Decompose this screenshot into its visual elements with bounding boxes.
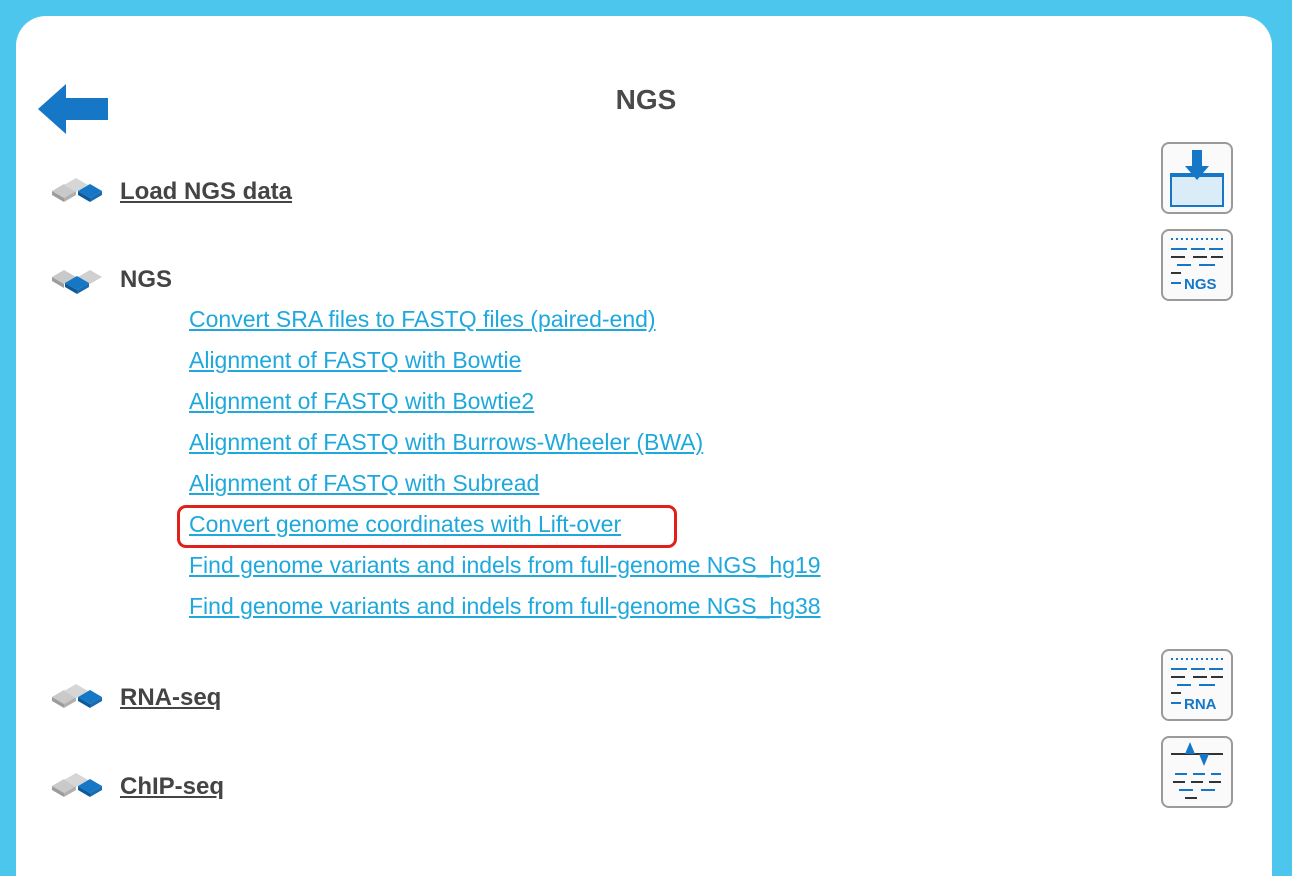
ngs-link-list: Convert SRA files to FASTQ files (paired… bbox=[189, 300, 821, 628]
link-convert-sra-fastq[interactable]: Convert SRA files to FASTQ files (paired… bbox=[189, 300, 821, 341]
cube-stack-icon bbox=[52, 684, 102, 708]
section-load-ngs-data[interactable]: Load NGS data bbox=[48, 172, 292, 212]
page-title: NGS bbox=[615, 84, 677, 115]
chip-peaks-button[interactable] bbox=[1161, 736, 1233, 808]
cube-stack-icon bbox=[52, 773, 102, 797]
load-ngs-data-link[interactable]: Load NGS data bbox=[120, 178, 292, 206]
link-variants-hg38[interactable]: Find genome variants and indels from ful… bbox=[189, 587, 821, 628]
link-align-bowtie2[interactable]: Alignment of FASTQ with Bowtie2 bbox=[189, 382, 821, 423]
ngs-icon-text: NGS bbox=[1184, 276, 1217, 293]
ngs-workflow-icon: NGS bbox=[1171, 238, 1223, 293]
import-data-icon bbox=[1170, 150, 1224, 207]
ngs-section-label: NGS bbox=[120, 266, 173, 293]
link-align-subread[interactable]: Alignment of FASTQ with Subread bbox=[189, 464, 821, 505]
section-ngs: NGS bbox=[48, 260, 172, 300]
section-chip-seq[interactable]: ChIP-seq bbox=[48, 767, 224, 807]
rna-workflow-icon: RNA bbox=[1171, 658, 1223, 713]
cube-stack-icon bbox=[52, 270, 102, 294]
link-variants-hg19[interactable]: Find genome variants and indels from ful… bbox=[189, 546, 821, 587]
ngs-workflow-button[interactable]: NGS bbox=[1161, 229, 1233, 301]
rna-icon-text: RNA bbox=[1184, 696, 1217, 713]
import-data-button[interactable] bbox=[1161, 142, 1233, 214]
cube-stack-icon bbox=[52, 178, 102, 202]
chip-peaks-icon bbox=[1171, 742, 1223, 799]
rna-workflow-button[interactable]: RNA bbox=[1161, 649, 1233, 721]
link-align-bowtie[interactable]: Alignment of FASTQ with Bowtie bbox=[189, 341, 821, 382]
link-align-bwa[interactable]: Alignment of FASTQ with Burrows-Wheeler … bbox=[189, 423, 821, 464]
section-rna-seq[interactable]: RNA-seq bbox=[48, 678, 221, 718]
rna-seq-link[interactable]: RNA-seq bbox=[120, 684, 221, 712]
link-liftover[interactable]: Convert genome coordinates with Lift-ove… bbox=[189, 505, 821, 546]
chip-seq-link[interactable]: ChIP-seq bbox=[120, 773, 224, 801]
